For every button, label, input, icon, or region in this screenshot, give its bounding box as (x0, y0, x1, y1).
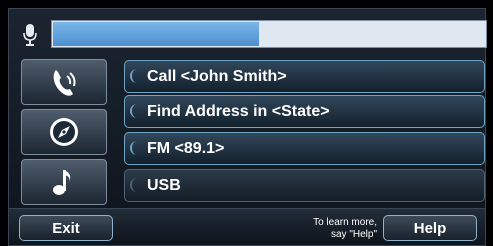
help-hint-line2: say "Help" (330, 229, 377, 240)
navigation-compass-icon (50, 118, 78, 146)
audio-button[interactable] (21, 159, 107, 205)
exit-button-label: Exit (52, 219, 80, 237)
microphone-icon (23, 24, 37, 46)
navigation-button[interactable] (21, 109, 107, 155)
command-label: Call <John Smith> (147, 67, 287, 85)
command-call[interactable]: Call <John Smith> (124, 60, 485, 93)
command-usb[interactable]: USB (124, 169, 485, 202)
voice-command-screen: Call <John Smith> Find Address in <State… (8, 8, 487, 246)
phone-icon (53, 70, 76, 96)
command-label: USB (147, 176, 181, 194)
help-button-label: Help (413, 219, 447, 237)
command-label: Find Address in <State> (147, 102, 330, 120)
exit-button[interactable]: Exit (19, 215, 113, 241)
help-hint-line1: To learn more, (313, 217, 377, 228)
help-button[interactable]: Help (383, 215, 477, 241)
voice-progress-fill (53, 22, 260, 46)
voice-progress-bar (51, 20, 487, 48)
command-label: FM <89.1> (147, 139, 225, 157)
footer-bar: Exit To learn more, say "Help" Help (9, 208, 485, 245)
music-note-icon (53, 170, 71, 195)
help-hint: To learn more, say "Help" (313, 217, 377, 241)
phone-button[interactable] (21, 59, 107, 105)
command-find-address[interactable]: Find Address in <State> (124, 95, 485, 128)
command-fm[interactable]: FM <89.1> (124, 132, 485, 165)
